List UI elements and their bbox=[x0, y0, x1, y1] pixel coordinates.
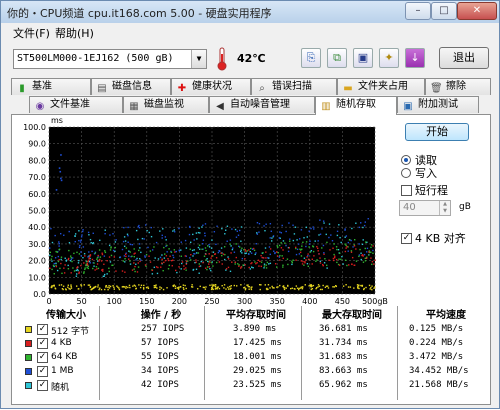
erase-icon: 🗑 bbox=[430, 83, 443, 94]
minimize-button[interactable]: – bbox=[405, 2, 431, 20]
tab-health[interactable]: ✚ 健康状况 bbox=[171, 78, 251, 95]
short-stroke-unit: gB bbox=[459, 202, 471, 212]
toolbar: ST500LM000-1EJ162 (500 gB) ▼ 42℃ ⎘ ⧉ ▣ ✦… bbox=[1, 43, 499, 75]
series-visible-checkbox[interactable]: ✓ bbox=[37, 366, 48, 377]
short-stroke-checkbox[interactable] bbox=[401, 185, 412, 196]
series-visible-checkbox[interactable]: ✓ bbox=[37, 352, 48, 363]
max-access-value: 83.663 ms bbox=[319, 366, 368, 376]
exit-button[interactable]: 退出 bbox=[439, 47, 489, 69]
ops-value: 42 IOPS bbox=[141, 380, 179, 390]
options-icon[interactable]: ✦ bbox=[379, 48, 399, 68]
tab-benchmark[interactable]: ▮ 基准 bbox=[11, 78, 91, 95]
align-4kb-checkbox[interactable]: ✓ bbox=[401, 233, 412, 244]
drive-select-value: ST500LM000-1EJ162 (500 gB) bbox=[17, 53, 174, 64]
short-stroke-value: 40 bbox=[403, 202, 416, 213]
col-header-max: 最大存取时间 bbox=[322, 310, 382, 321]
col-header-ops: 操作 / 秒 bbox=[140, 310, 182, 321]
max-access-value: 65.962 ms bbox=[319, 380, 368, 390]
random-access-icon: ▥ bbox=[321, 101, 331, 112]
max-access-value: 36.681 ms bbox=[319, 324, 368, 334]
spin-down-icon[interactable]: ▼ bbox=[439, 208, 450, 215]
file-benchmark-icon: ◉ bbox=[35, 101, 45, 112]
tab-file-benchmark[interactable]: ◉ 文件基准 bbox=[29, 96, 123, 113]
extra-tests-icon: ▣ bbox=[403, 101, 413, 112]
avg-speed-value: 0.224 MB/s bbox=[409, 338, 464, 348]
drive-select[interactable]: ST500LM000-1EJ162 (500 gB) ▼ bbox=[13, 49, 207, 69]
ops-value: 34 IOPS bbox=[141, 366, 179, 376]
series-visible-checkbox[interactable]: ✓ bbox=[37, 338, 48, 349]
series-color-swatch bbox=[25, 368, 32, 375]
save-icon[interactable]: ▣ bbox=[353, 48, 373, 68]
thermometer-icon bbox=[217, 47, 227, 71]
noise-icon: ◀ bbox=[216, 101, 224, 112]
spin-up-icon[interactable]: ▲ bbox=[439, 201, 450, 208]
menu-bar: 文件(F) 帮助(H) bbox=[1, 23, 499, 41]
tab-disk-monitor[interactable]: ▦ 磁盘监视 bbox=[123, 96, 209, 113]
download-icon[interactable]: ↓ bbox=[405, 48, 425, 68]
window-title: 你的・CPU频道 cpu.it168.com 5.00 - 硬盘实用程序 bbox=[7, 7, 272, 20]
col-header-size: 传输大小 bbox=[46, 310, 86, 321]
avg-access-value: 29.025 ms bbox=[233, 366, 282, 376]
table-divider bbox=[397, 306, 398, 400]
avg-speed-value: 34.452 MB/s bbox=[409, 366, 469, 376]
tab-noise-management[interactable]: ◀ 自动噪音管理 bbox=[209, 96, 315, 113]
disk-monitor-icon: ▦ bbox=[129, 101, 139, 112]
row-label: 1 MB bbox=[51, 366, 74, 376]
col-header-avg: 平均存取时间 bbox=[226, 310, 286, 321]
ops-value: 57 IOPS bbox=[141, 338, 179, 348]
series-visible-checkbox[interactable]: ✓ bbox=[37, 324, 48, 335]
health-icon: ✚ bbox=[177, 83, 187, 94]
avg-access-value: 23.525 ms bbox=[233, 380, 282, 390]
row-label: 4 KB bbox=[51, 338, 72, 348]
start-button[interactable]: 开始 bbox=[405, 123, 469, 141]
table-divider bbox=[301, 306, 302, 400]
series-color-swatch bbox=[25, 382, 32, 389]
tab-random-access[interactable]: ▥ 随机存取 bbox=[315, 96, 397, 115]
ops-value: 55 IOPS bbox=[141, 352, 179, 362]
table-divider bbox=[204, 306, 205, 400]
close-button[interactable]: ✕ bbox=[457, 2, 497, 20]
menu-help[interactable]: 帮助(H) bbox=[55, 25, 94, 41]
error-scan-icon: ⌕ bbox=[259, 83, 265, 94]
series-color-swatch bbox=[25, 354, 32, 361]
copy-icon[interactable]: ⎘ bbox=[301, 48, 321, 68]
maximize-button[interactable]: □ bbox=[431, 2, 457, 20]
avg-access-value: 17.425 ms bbox=[233, 338, 282, 348]
avg-speed-value: 3.472 MB/s bbox=[409, 352, 464, 362]
write-label: 写入 bbox=[415, 167, 437, 180]
chevron-down-icon: ▼ bbox=[191, 50, 206, 68]
title-bar: 你的・CPU频道 cpu.it168.com 5.00 - 硬盘实用程序 – □… bbox=[1, 1, 499, 23]
write-radio[interactable] bbox=[401, 168, 411, 178]
avg-speed-value: 21.568 MB/s bbox=[409, 380, 469, 390]
tab-extra-tests[interactable]: ▣ 附加测试 bbox=[397, 96, 479, 113]
temperature-value: 42℃ bbox=[237, 52, 266, 65]
copy-text-icon[interactable]: ⧉ bbox=[327, 48, 347, 68]
benchmark-icon: ▮ bbox=[19, 83, 25, 94]
align-4kb-label: 4 KB 对齐 bbox=[415, 232, 466, 245]
app-window: 你的・CPU频道 cpu.it168.com 5.00 - 硬盘实用程序 – □… bbox=[0, 0, 500, 409]
avg-access-value: 18.001 ms bbox=[233, 352, 282, 362]
avg-speed-value: 0.125 MB/s bbox=[409, 324, 464, 334]
avg-access-value: 3.890 ms bbox=[233, 324, 277, 334]
menu-file[interactable]: 文件(F) bbox=[13, 25, 50, 41]
tab-error-scan[interactable]: ⌕ 错误扫描 bbox=[251, 78, 337, 95]
row-label: 随机 bbox=[51, 383, 70, 393]
read-radio[interactable] bbox=[401, 155, 411, 165]
col-header-speed: 平均速度 bbox=[426, 310, 466, 321]
max-access-value: 31.734 ms bbox=[319, 338, 368, 348]
series-color-swatch bbox=[25, 340, 32, 347]
folder-usage-icon: ▬ bbox=[343, 83, 353, 94]
disk-info-icon: ▤ bbox=[97, 83, 107, 94]
tab-erase[interactable]: 🗑 擦除 bbox=[425, 78, 491, 95]
max-access-value: 31.683 ms bbox=[319, 352, 368, 362]
tab-folder-usage[interactable]: ▬ 文件夹占用 bbox=[337, 78, 425, 95]
row-label: 512 字节 bbox=[51, 327, 90, 337]
row-label: 64 KB bbox=[51, 352, 78, 362]
short-stroke-spinner[interactable]: 40 ▲ ▼ bbox=[399, 200, 451, 216]
ops-value: 257 IOPS bbox=[141, 324, 185, 334]
series-color-swatch bbox=[25, 326, 32, 333]
tab-disk-info[interactable]: ▤ 磁盘信息 bbox=[91, 78, 171, 95]
short-stroke-label: 短行程 bbox=[415, 184, 448, 197]
series-visible-checkbox[interactable]: ✓ bbox=[37, 380, 48, 391]
